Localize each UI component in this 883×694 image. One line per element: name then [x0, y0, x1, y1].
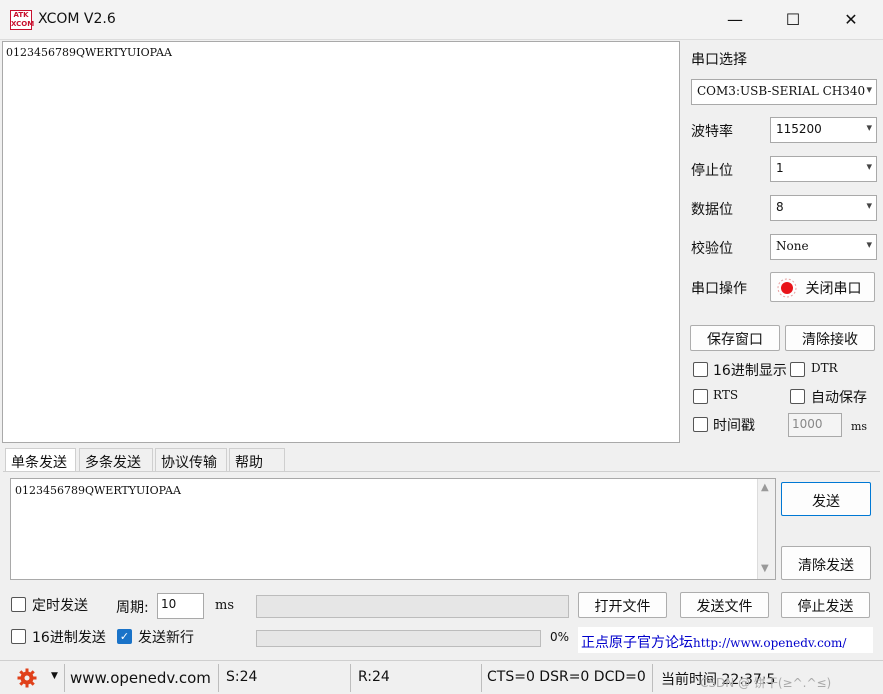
data-bits-combo-value: 8	[776, 200, 784, 214]
maximize-button[interactable]: ☐	[764, 0, 822, 40]
port-combo-value: COM3:USB-SERIAL CH340	[697, 84, 866, 98]
website-label[interactable]: www.openedv.com	[70, 669, 211, 687]
parity-label: 校验位	[691, 241, 733, 257]
send-textarea[interactable]: 0123456789QWERTYUIOPAA	[10, 478, 776, 580]
close-button[interactable]: ✕	[822, 0, 880, 40]
minimize-button[interactable]: —	[706, 0, 764, 40]
chevron-down-icon: ▾	[866, 121, 872, 134]
chevron-down-icon: ▾	[866, 199, 872, 212]
close-port-button[interactable]: 关闭串口	[770, 272, 875, 302]
app-logo: ATK XCOM	[10, 10, 35, 30]
chevron-down-icon: ▾	[866, 160, 872, 173]
port-combo[interactable]: COM3:USB-SERIAL CH340 ▾	[691, 79, 877, 105]
scroll-up-icon[interactable]: ▲	[761, 482, 769, 493]
parity-combo-value: None	[776, 239, 809, 253]
hex-display-label: 16进制显示	[713, 363, 787, 379]
send-newline-label: 发送新行	[138, 630, 194, 646]
data-bits-combo[interactable]: 8 ▾	[770, 195, 877, 221]
auto-save-checkbox[interactable]	[790, 389, 805, 404]
close-port-label: 关闭串口	[805, 281, 862, 297]
send-scrollbar[interactable]: ▲ ▼	[757, 479, 775, 579]
forum-link[interactable]: 正点原子官方论坛http://www.openedv.com/	[578, 627, 873, 653]
open-file-button[interactable]: 打开文件	[578, 592, 667, 618]
timestamp-ms-input[interactable]: 1000	[788, 413, 842, 437]
timestamp-ms-unit: ms	[851, 420, 868, 433]
hex-send-checkbox[interactable]	[11, 629, 26, 644]
send-file-button[interactable]: 发送文件	[680, 592, 769, 618]
receive-textarea[interactable]: 0123456789QWERTYUIOPAA	[2, 41, 680, 443]
baud-combo[interactable]: 115200 ▾	[770, 117, 877, 143]
port-status-icon	[777, 278, 797, 298]
port-select-label: 串口选择	[691, 52, 747, 68]
timed-send-checkbox[interactable]	[11, 597, 26, 612]
watermark: CSDN @ 饼干(≥^.^≤)	[700, 676, 832, 690]
forum-link-label: 正点原子官方论坛	[581, 635, 693, 651]
dtr-checkbox[interactable]	[790, 362, 805, 377]
scroll-down-icon[interactable]: ▼	[761, 563, 769, 574]
settings-gear-icon[interactable]	[17, 668, 37, 688]
tab-divider	[3, 471, 880, 472]
rts-label: RTS	[713, 388, 739, 402]
sent-count: S:24	[226, 669, 258, 685]
window-title: XCOM V2.6	[38, 11, 116, 27]
status-divider	[218, 664, 219, 692]
stop-bits-combo[interactable]: 1 ▾	[770, 156, 877, 182]
status-divider	[350, 664, 351, 692]
stop-bits-combo-value: 1	[776, 161, 784, 175]
settings-dropdown-icon[interactable]: ▼	[51, 671, 58, 681]
tab-protocol[interactable]: 协议传输	[155, 448, 227, 472]
title-bar: ATK XCOM XCOM V2.6 — ☐ ✕	[0, 0, 883, 40]
send-button[interactable]: 发送	[781, 482, 871, 516]
status-divider	[481, 664, 482, 692]
status-divider	[64, 664, 65, 692]
save-window-button[interactable]: 保存窗口	[690, 325, 780, 351]
parity-combo[interactable]: None ▾	[770, 234, 877, 260]
auto-save-label: 自动保存	[811, 390, 867, 406]
line-signals: CTS=0 DSR=0 DCD=0	[487, 669, 646, 685]
timed-send-label: 定时发送	[32, 598, 88, 614]
baud-combo-value: 115200	[776, 122, 822, 136]
dtr-label: DTR	[811, 361, 838, 375]
period-unit: ms	[215, 598, 234, 613]
tab-multi-send[interactable]: 多条发送	[79, 448, 153, 472]
status-bar: ▼ www.openedv.com S:24 R:24 CTS=0 DSR=0 …	[0, 660, 883, 694]
stop-bits-label: 停止位	[691, 163, 733, 179]
timestamp-label: 时间戳	[713, 418, 755, 434]
clear-receive-button[interactable]: 清除接收	[785, 325, 875, 351]
port-operation-label: 串口操作	[691, 281, 747, 297]
chevron-down-icon: ▾	[866, 83, 872, 96]
send-progress-percent: 0%	[550, 630, 570, 644]
file-path-field[interactable]	[256, 595, 569, 618]
period-input[interactable]: 10	[157, 593, 204, 619]
chevron-down-icon: ▾	[866, 238, 872, 251]
forum-link-url: http://www.openedv.com/	[693, 636, 847, 650]
stop-send-button[interactable]: 停止发送	[781, 592, 870, 618]
baud-label: 波特率	[691, 124, 733, 140]
hex-display-checkbox[interactable]	[693, 362, 708, 377]
rts-checkbox[interactable]	[693, 389, 708, 404]
send-newline-checkbox[interactable]: ✓	[117, 629, 132, 644]
period-label: 周期:	[116, 600, 149, 616]
clear-send-button[interactable]: 清除发送	[781, 546, 871, 580]
received-count[interactable]: R:24	[358, 669, 390, 685]
timestamp-checkbox[interactable]	[693, 417, 708, 432]
status-divider	[652, 664, 653, 692]
tab-help[interactable]: 帮助	[229, 448, 285, 472]
tab-single-send[interactable]: 单条发送	[5, 448, 76, 472]
hex-send-label: 16进制发送	[32, 630, 106, 646]
data-bits-label: 数据位	[691, 202, 733, 218]
send-progress-bar	[256, 630, 541, 647]
